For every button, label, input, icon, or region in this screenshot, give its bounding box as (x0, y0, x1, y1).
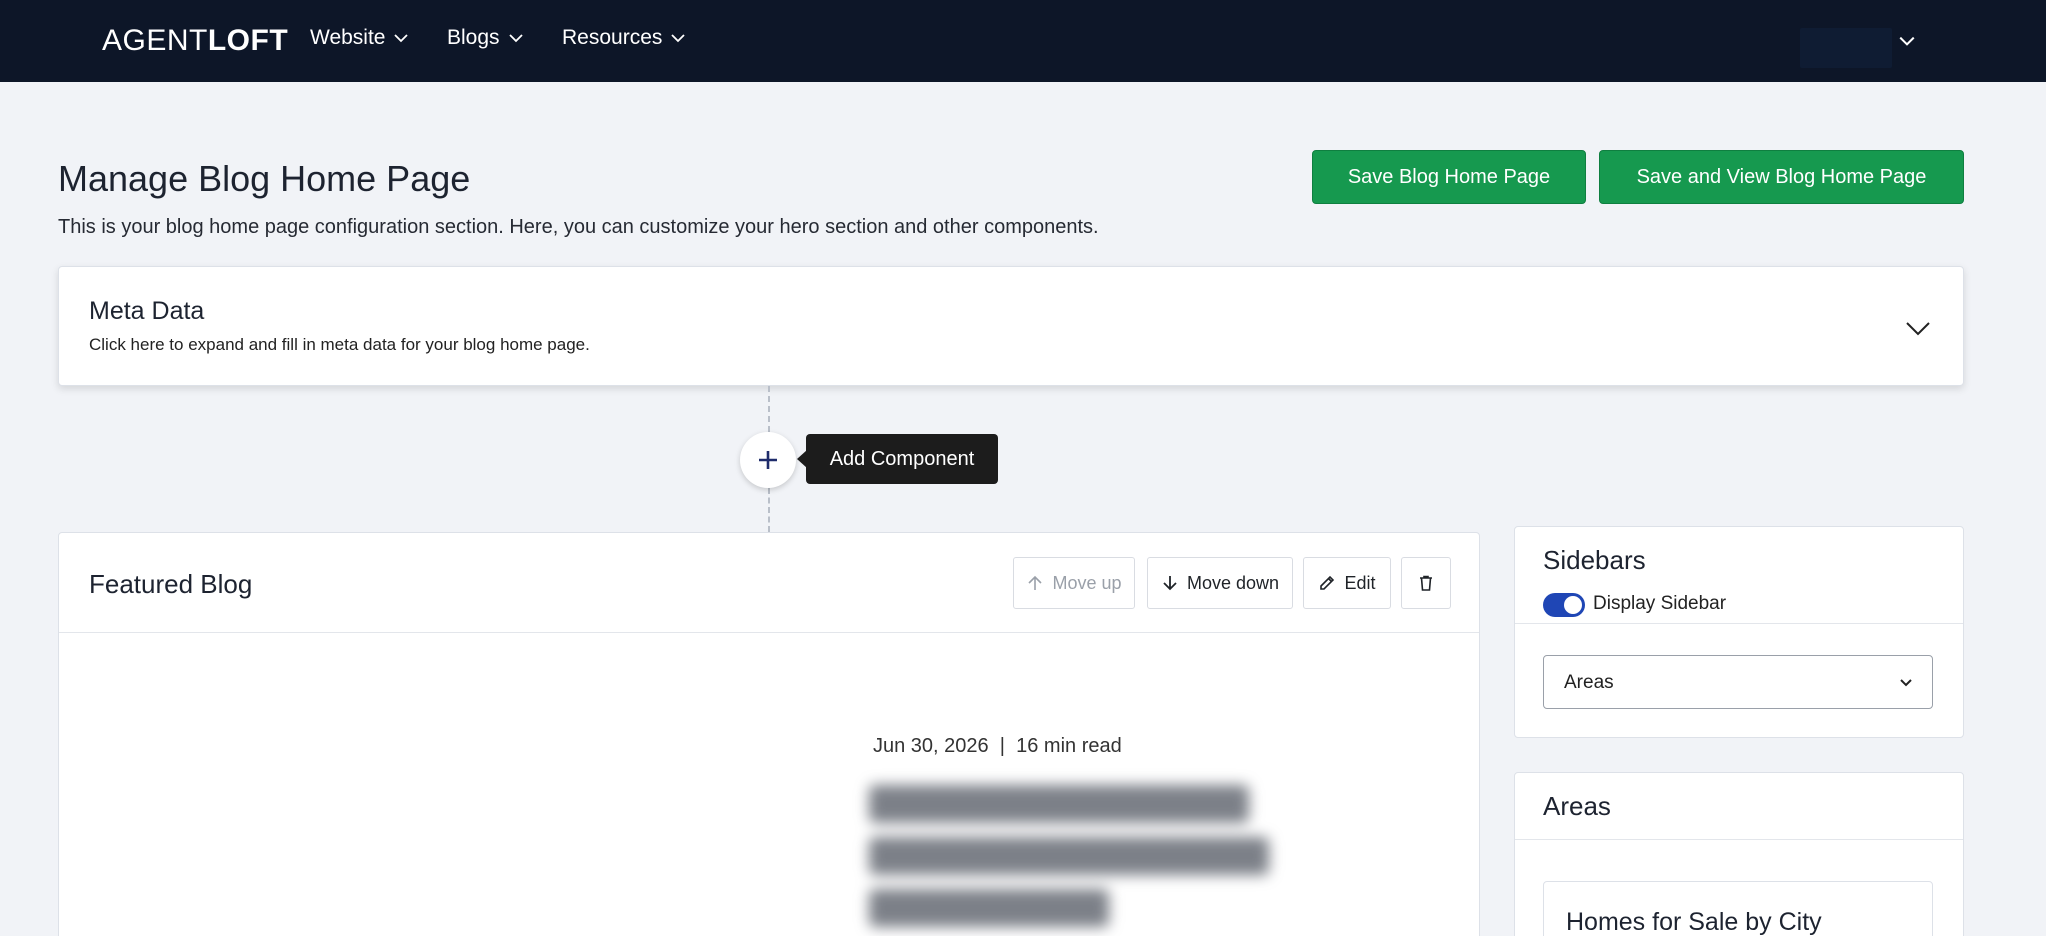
select-value: Areas (1564, 672, 1614, 693)
divider (1515, 839, 1963, 840)
plus-icon (759, 451, 777, 469)
display-sidebar-label: Display Sidebar (1593, 593, 1727, 614)
meta-separator: | (999, 735, 1005, 757)
chevron-down-icon (394, 34, 409, 43)
logo-text-light: AGENT (102, 24, 208, 57)
delete-button[interactable] (1401, 557, 1451, 609)
display-sidebar-toggle[interactable] (1543, 593, 1585, 617)
edit-label: Edit (1344, 572, 1376, 593)
arrow-up-icon (1028, 575, 1043, 590)
divider (1515, 623, 1963, 624)
sidebars-title: Sidebars (1543, 545, 1646, 575)
blurred-blog-title (869, 785, 1289, 936)
top-nav: AGENTLOFT Website Blogs Resources (0, 0, 2046, 82)
sidebar-type-select[interactable]: Areas (1543, 655, 1933, 709)
connector-line (768, 488, 770, 532)
blog-read-time: 16 min read (1016, 735, 1122, 757)
chevron-down-icon[interactable] (1898, 32, 1916, 50)
page-title: Manage Blog Home Page (58, 158, 471, 199)
trash-icon (1420, 575, 1432, 591)
save-and-view-button[interactable]: Save and View Blog Home Page (1599, 150, 1964, 204)
chevron-down-icon[interactable] (1903, 313, 1933, 343)
agentloft-logo[interactable]: AGENTLOFT (102, 24, 288, 58)
chevron-down-icon (671, 34, 686, 43)
logo-text-bold: LOFT (207, 24, 289, 57)
move-up-button[interactable]: Move up (1013, 557, 1135, 609)
move-down-label: Move down (1186, 572, 1280, 593)
page-description: This is your blog home page configuratio… (58, 216, 1099, 238)
user-menu[interactable] (1800, 28, 1892, 68)
featured-blog-title: Featured Blog (89, 569, 253, 599)
save-blog-home-page-button[interactable]: Save Blog Home Page (1312, 150, 1586, 204)
chevron-down-icon (508, 34, 523, 43)
meta-data-panel[interactable]: Meta Data Click here to expand and fill … (58, 266, 1964, 386)
areas-widget-title: Homes for Sale by City (1566, 908, 1822, 936)
meta-data-subtitle: Click here to expand and fill in meta da… (89, 335, 590, 354)
meta-data-title: Meta Data (89, 297, 205, 325)
featured-blog-header: Featured Blog Move up Move down Edit (59, 533, 1479, 633)
nav-item-label: Website (310, 26, 386, 49)
add-component-tooltip: Add Component (797, 434, 998, 484)
add-component-button[interactable] (740, 432, 796, 488)
featured-blog-panel: Featured Blog Move up Move down Edit Jun… (58, 532, 1480, 936)
nav-item-label: Resources (562, 26, 663, 49)
edit-button[interactable]: Edit (1303, 557, 1391, 609)
nav-item-label: Blogs (447, 26, 500, 49)
connector-line (768, 386, 770, 432)
nav-item-resources[interactable]: Resources (562, 26, 686, 50)
move-down-button[interactable]: Move down (1147, 557, 1293, 609)
areas-panel: Areas Homes for Sale by City (1514, 772, 1964, 936)
blog-meta: Jun 30, 2026 | 16 min read (873, 735, 1122, 758)
arrow-down-icon (1163, 576, 1177, 591)
nav-item-blogs[interactable]: Blogs (447, 26, 524, 50)
sidebars-panel: Sidebars Display Sidebar Areas (1514, 526, 1964, 738)
move-up-label: Move up (1052, 572, 1122, 593)
chevron-down-icon (1900, 679, 1912, 687)
nav-item-website[interactable]: Website (310, 26, 409, 50)
pencil-icon (1320, 575, 1335, 590)
areas-widget: Homes for Sale by City (1543, 881, 1933, 936)
blog-date: Jun 30, 2026 (873, 735, 989, 757)
areas-title: Areas (1543, 791, 1611, 821)
